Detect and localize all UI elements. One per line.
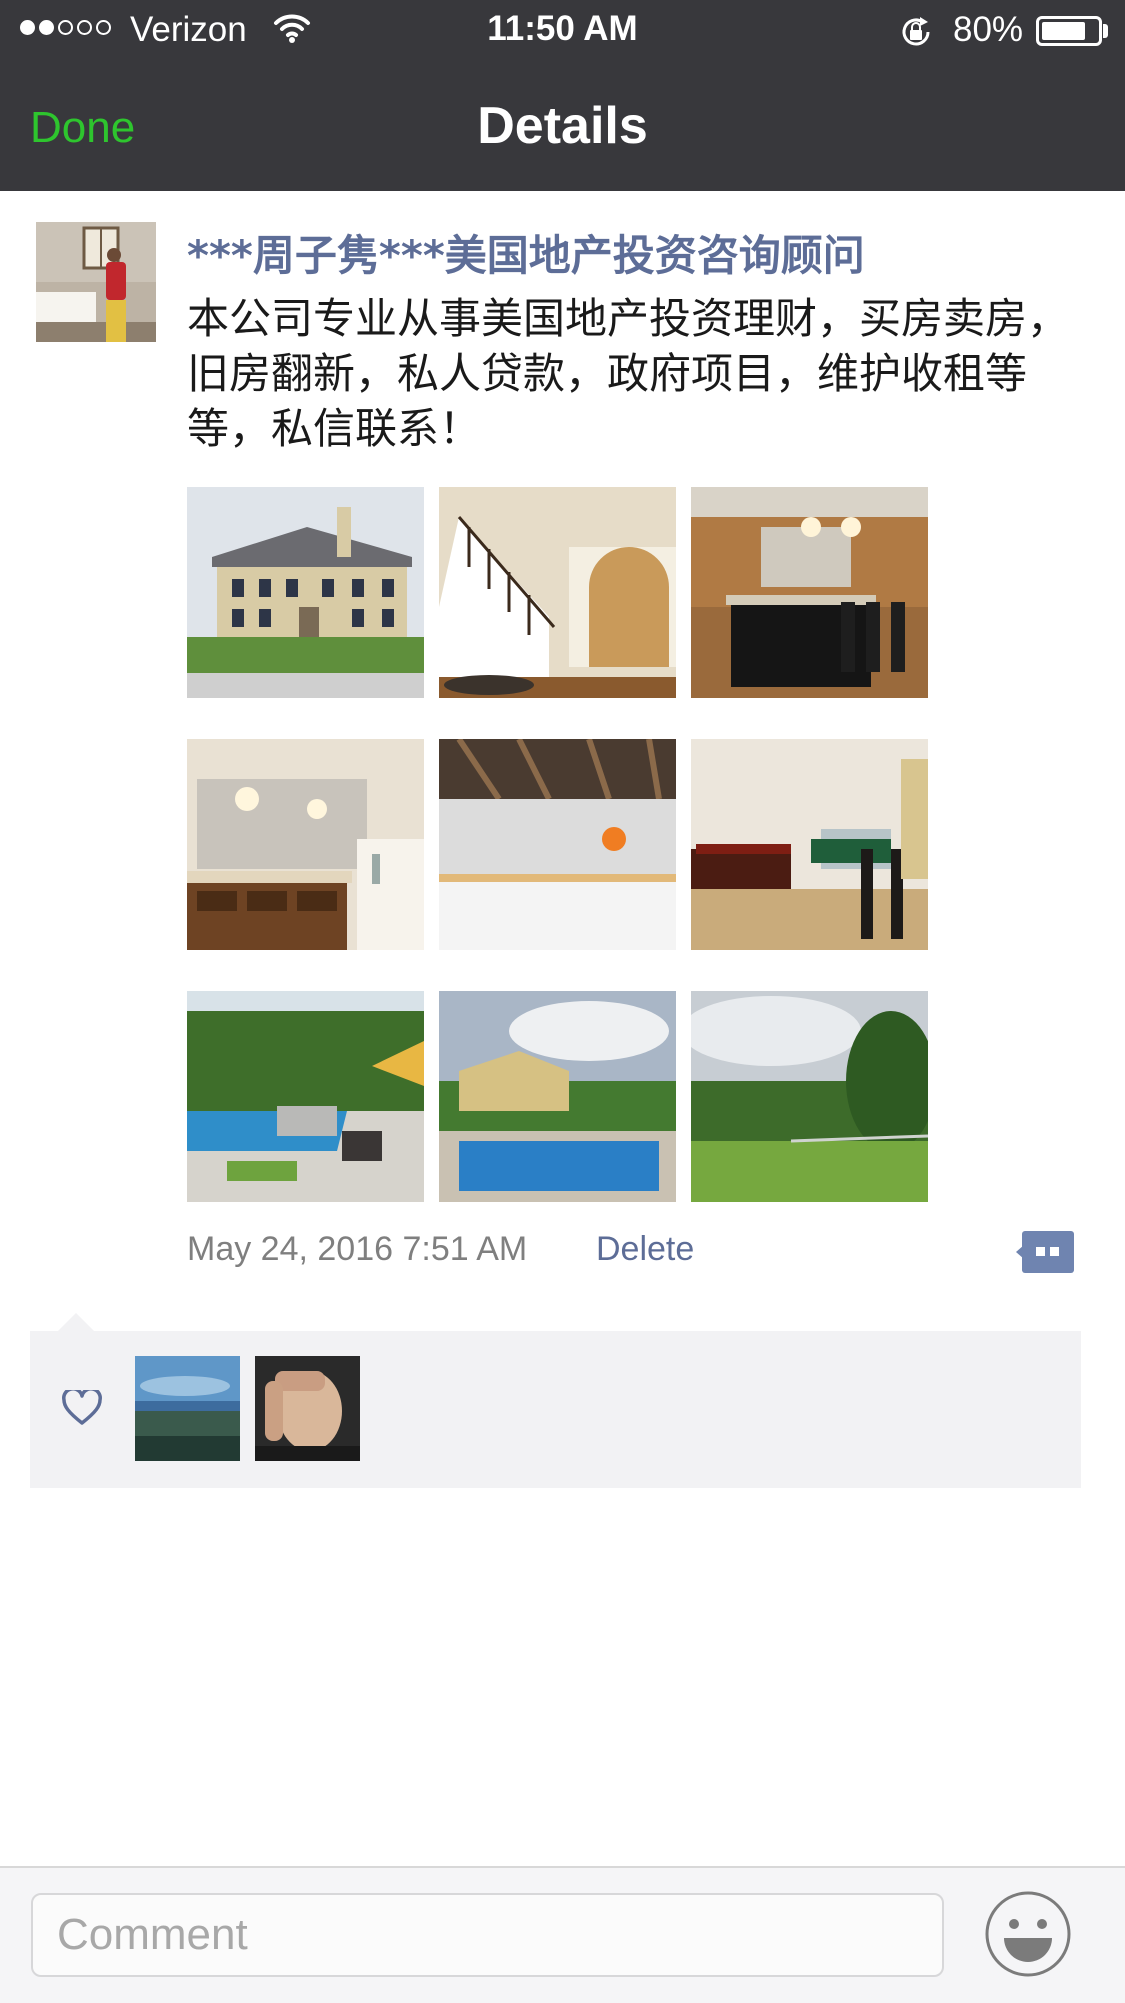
battery-level [1042,22,1085,40]
battery-percentage: 80% [953,10,1024,49]
rotation-lock-icon [902,17,930,46]
liker-avatar-landscape[interactable] [135,1356,240,1461]
comment-input[interactable] [31,1893,944,1977]
page-title: Details [477,97,648,155]
battery-tip [1103,24,1108,38]
photo-kitchen[interactable] [691,487,928,698]
heart-icon [62,1390,102,1425]
photo-house-exterior[interactable] [187,487,424,698]
photo-basement-rink[interactable] [439,739,676,950]
author-avatar[interactable] [36,222,156,342]
liker-avatar-man[interactable] [255,1356,360,1461]
photo-bathroom[interactable] [187,739,424,950]
comment-menu-icon[interactable] [1016,1231,1074,1273]
photo-staircase[interactable] [439,487,676,698]
photo-lawn[interactable] [691,991,928,1202]
author-name[interactable]: ***周子隽***美国地产投资咨询顾问 [187,222,865,283]
status-bar: Verizon 11:50 AM 80% [0,0,1125,62]
photo-pool-backyard[interactable] [439,991,676,1202]
likes-pointer [58,1313,94,1331]
delete-button[interactable]: Delete [596,1230,694,1269]
smiley-icon[interactable] [984,1890,1072,1978]
photo-game-room[interactable] [691,739,928,950]
battery-icon [1036,16,1102,46]
post-timestamp: May 24, 2016 7:51 AM [187,1230,528,1268]
post-text: 本公司专业从事美国地产投资理财，买房卖房，旧房翻新，私人贷款，政府项目，维护收租… [187,294,1070,453]
photo-pool-patio[interactable] [187,991,424,1202]
